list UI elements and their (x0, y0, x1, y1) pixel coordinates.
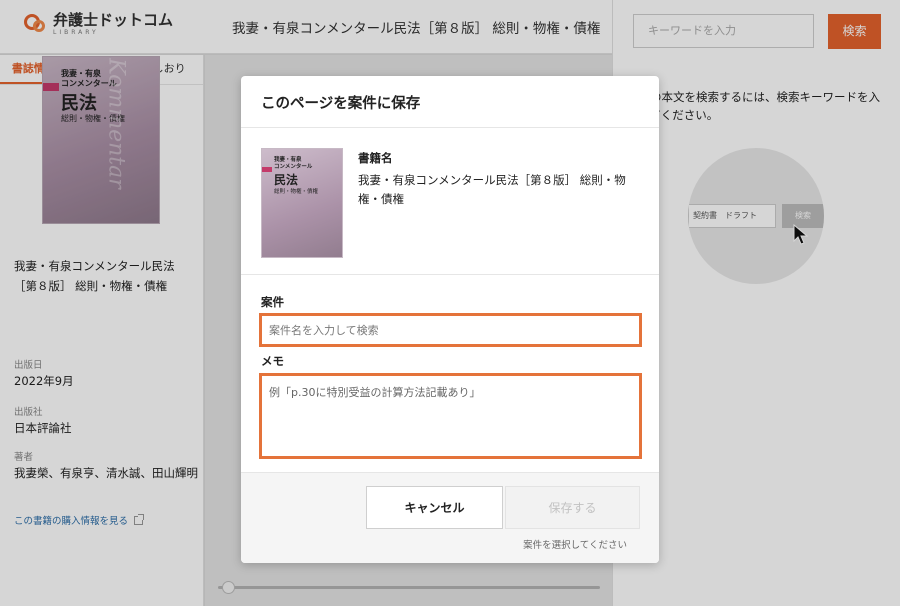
memo-label: メモ (261, 354, 284, 368)
memo-textarea[interactable] (259, 373, 642, 459)
dialog-cover-subtitle: 総則・物権・債権 (274, 189, 319, 195)
dialog-cover-main-title: 民法 (274, 173, 299, 187)
book-name-label: 書籍名 (358, 151, 393, 165)
dialog-divider (241, 127, 659, 128)
book-name-value: 我妻・有泉コンメンタール民法［第８版］ 総則・物権・債権 (358, 173, 626, 206)
save-to-case-dialog: このページを案件に保存 我妻・有泉 コンメンタール 民法 総則・物権・債権 書籍名… (241, 76, 659, 563)
dialog-divider (241, 274, 659, 275)
dialog-cover-small-text: 我妻・有泉 コンメンタール (274, 157, 313, 170)
dialog-footer: キャンセル 保存する 案件を選択してください (241, 472, 659, 563)
case-search-input[interactable] (259, 313, 642, 347)
dialog-cover-band (262, 167, 272, 172)
case-label: 案件 (261, 295, 284, 309)
cancel-button[interactable]: キャンセル (366, 486, 503, 529)
save-button[interactable]: 保存する (505, 486, 640, 529)
dialog-title: このページを案件に保存 (261, 96, 421, 112)
select-case-hint: 案件を選択してください (523, 540, 627, 551)
dialog-book-cover-image: 我妻・有泉 コンメンタール 民法 総則・物権・債権 (261, 148, 343, 258)
